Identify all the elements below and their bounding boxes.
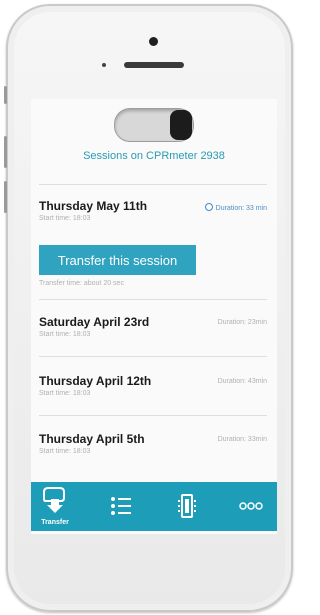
proximity-sensor xyxy=(102,63,106,67)
divider xyxy=(39,299,267,300)
session-date: Thursday May 11th xyxy=(39,199,148,213)
session-duration: Duration: 33min xyxy=(217,436,267,443)
volume-up-button xyxy=(4,136,7,168)
session-duration: Duration: 43min xyxy=(217,378,267,385)
toggle-knob xyxy=(170,110,192,140)
transfer-session-button[interactable]: Transfer this session xyxy=(39,245,196,275)
divider xyxy=(39,415,267,416)
session-duration: Duration: 33 min xyxy=(204,203,267,212)
session-date: Thursday April 12th xyxy=(39,374,152,388)
session-start-time: Start time: 18:03 xyxy=(39,390,91,397)
tab-transfer-label: Transfer xyxy=(41,519,69,526)
tab-transfer[interactable]: Transfer xyxy=(35,482,75,531)
tab-bar: Transfer xyxy=(31,482,277,531)
session-start-time: Start time: 18:03 xyxy=(39,215,91,222)
session-duration: Duration: 23min xyxy=(217,319,267,326)
transfer-icon xyxy=(43,487,65,513)
page-title: Sessions on CPRmeter 2938 xyxy=(83,150,225,162)
volume-down-button xyxy=(4,181,7,213)
front-camera xyxy=(149,37,158,46)
mute-switch xyxy=(4,86,7,104)
more-icon xyxy=(239,502,263,510)
transfer-time-text: Transfer time: about 20 sec xyxy=(39,280,124,287)
device-toggle[interactable] xyxy=(114,108,194,142)
session-date: Saturday April 23rd xyxy=(39,315,150,329)
app-screen: Sessions on CPRmeter 2938 Thursday May 1… xyxy=(31,99,277,534)
divider xyxy=(39,184,267,185)
list-icon xyxy=(111,497,131,515)
device-icon xyxy=(178,494,196,518)
tab-device[interactable] xyxy=(167,482,207,531)
session-start-time: Start time: 18:03 xyxy=(39,448,91,455)
divider xyxy=(39,356,267,357)
tab-more[interactable] xyxy=(231,482,271,531)
session-start-time: Start time: 18:03 xyxy=(39,331,91,338)
tab-list[interactable] xyxy=(101,482,141,531)
clock-icon xyxy=(204,203,213,211)
duration-label: Duration: 33 min xyxy=(215,205,267,212)
earpiece-speaker xyxy=(124,62,184,68)
session-date: Thursday April 5th xyxy=(39,432,145,446)
